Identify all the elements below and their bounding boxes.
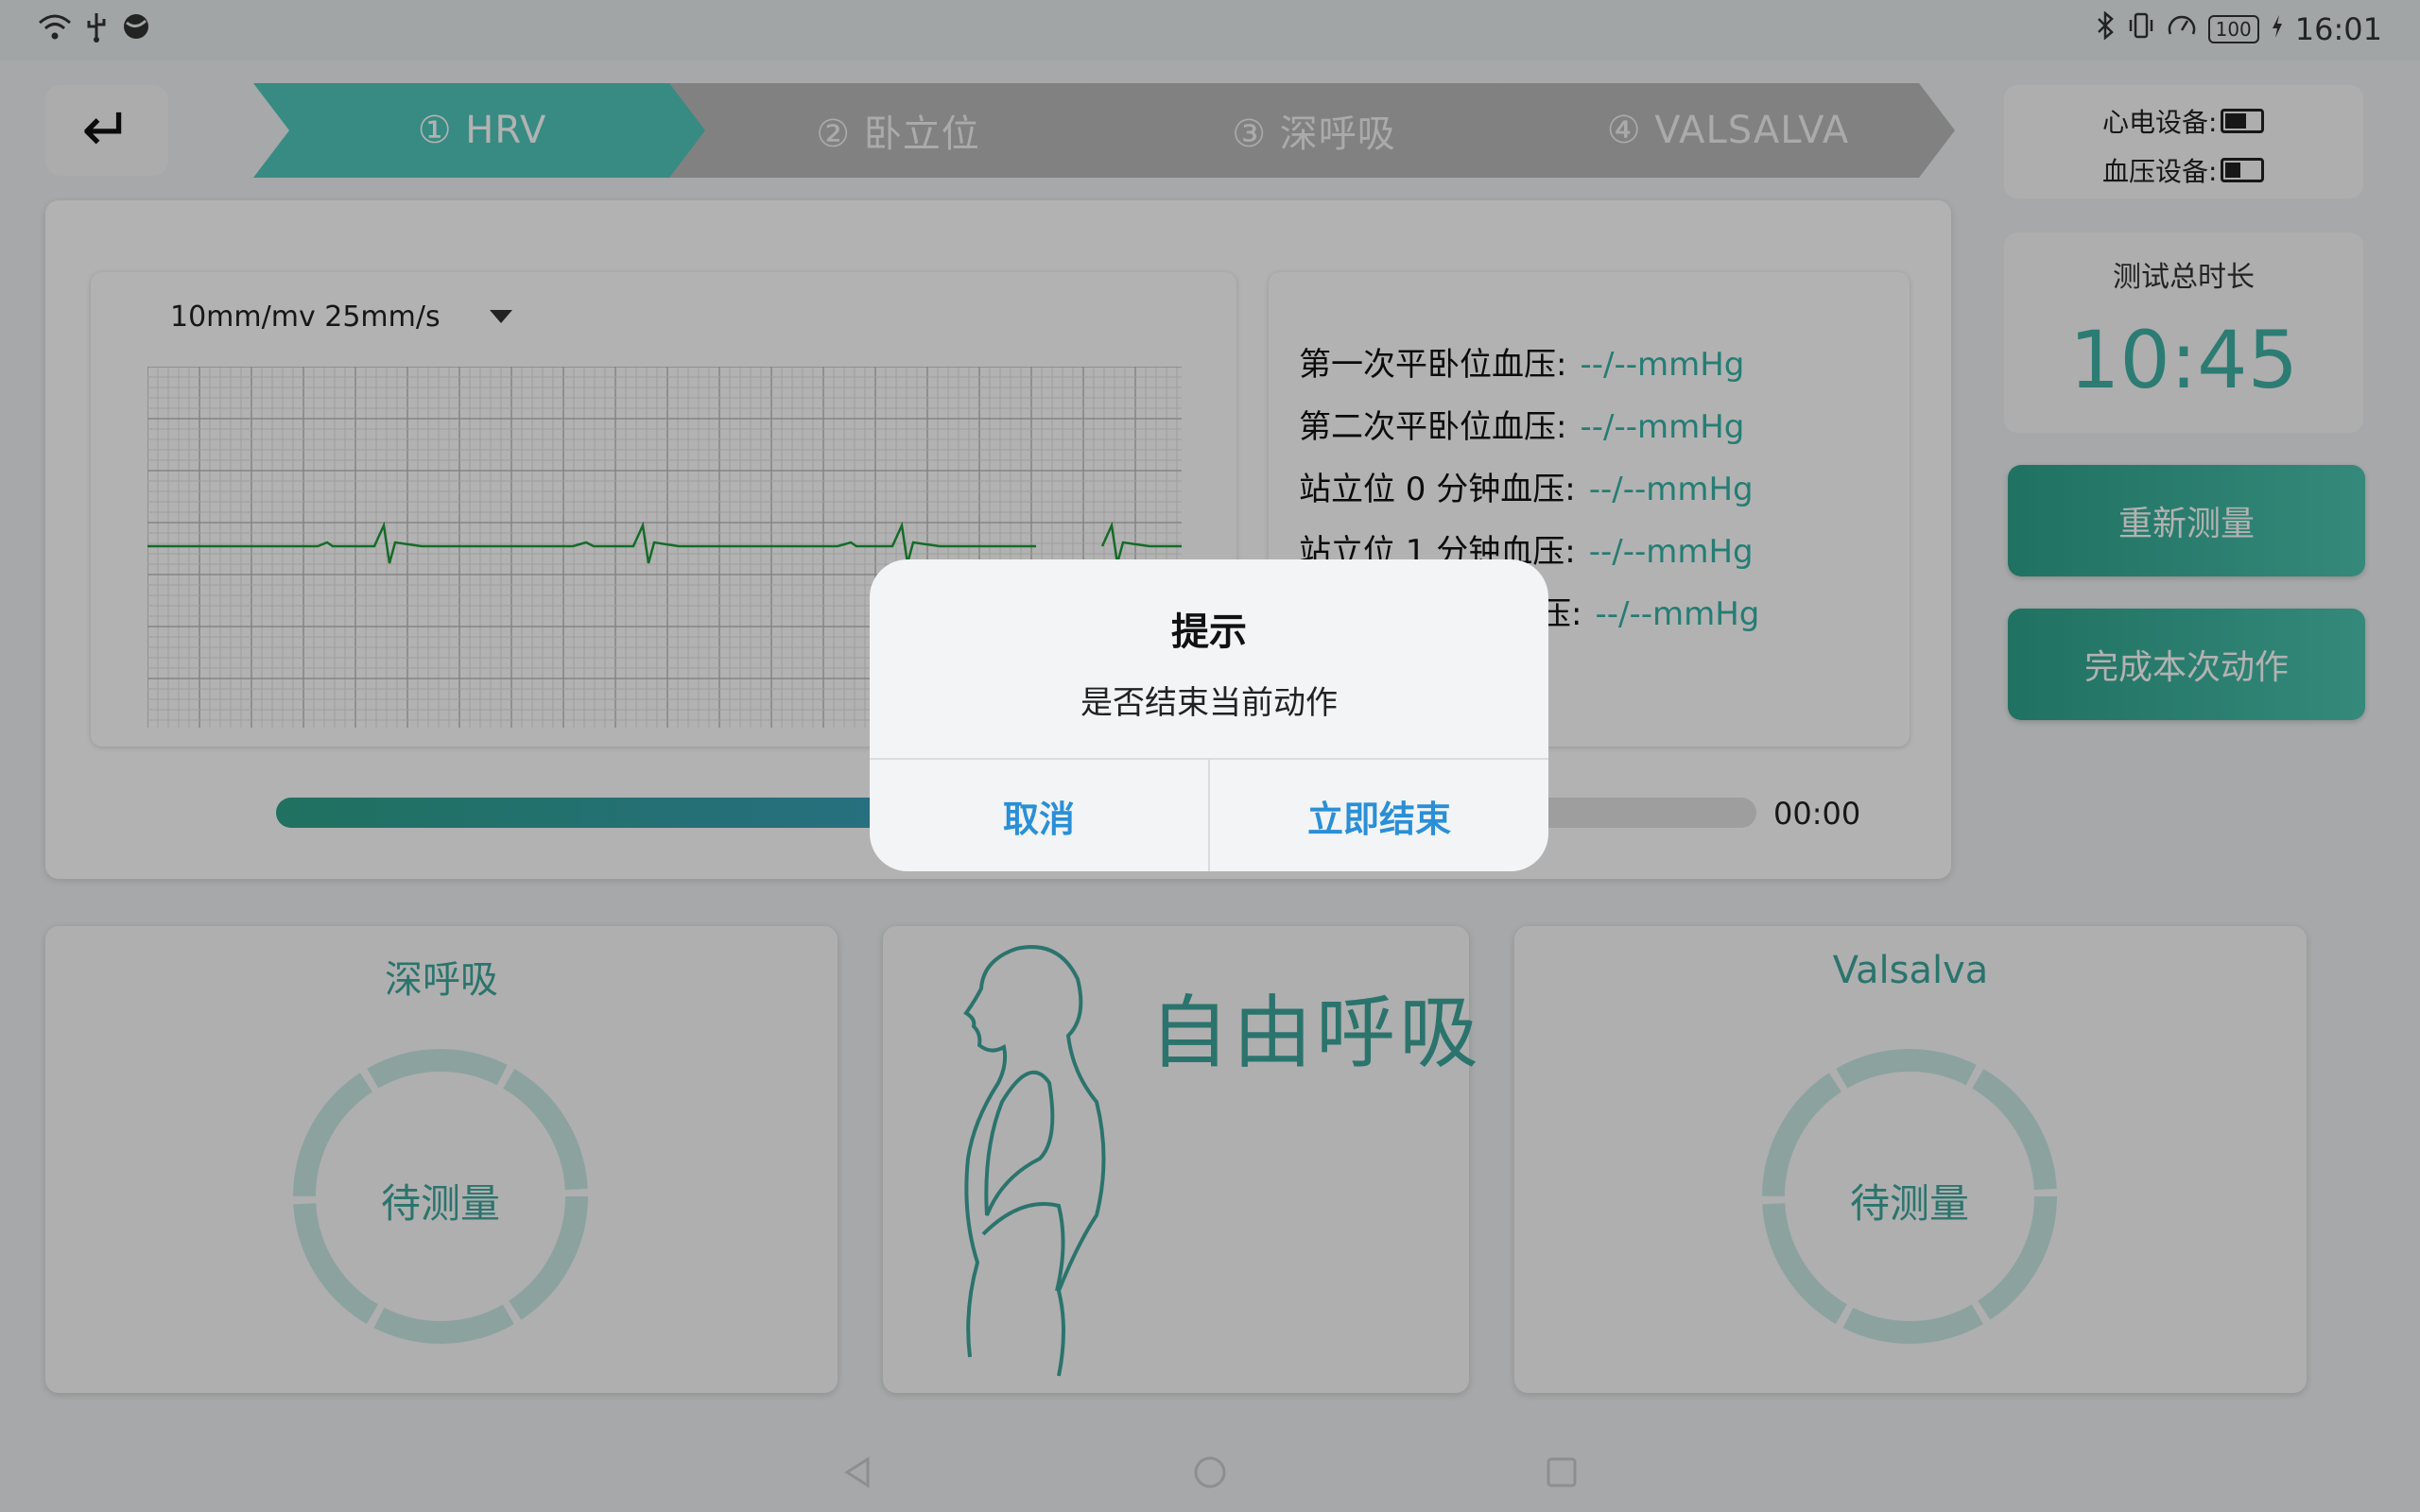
dialog-title: 提示 (1171, 610, 1247, 654)
dialog-cancel-button[interactable]: 取消 (870, 760, 1208, 871)
dialog-confirm-button[interactable]: 立即结束 (1210, 760, 1548, 871)
confirm-dialog: 提示 是否结束当前动作 取消 立即结束 (870, 559, 1548, 871)
dialog-message: 是否结束当前动作 (1080, 684, 1338, 722)
